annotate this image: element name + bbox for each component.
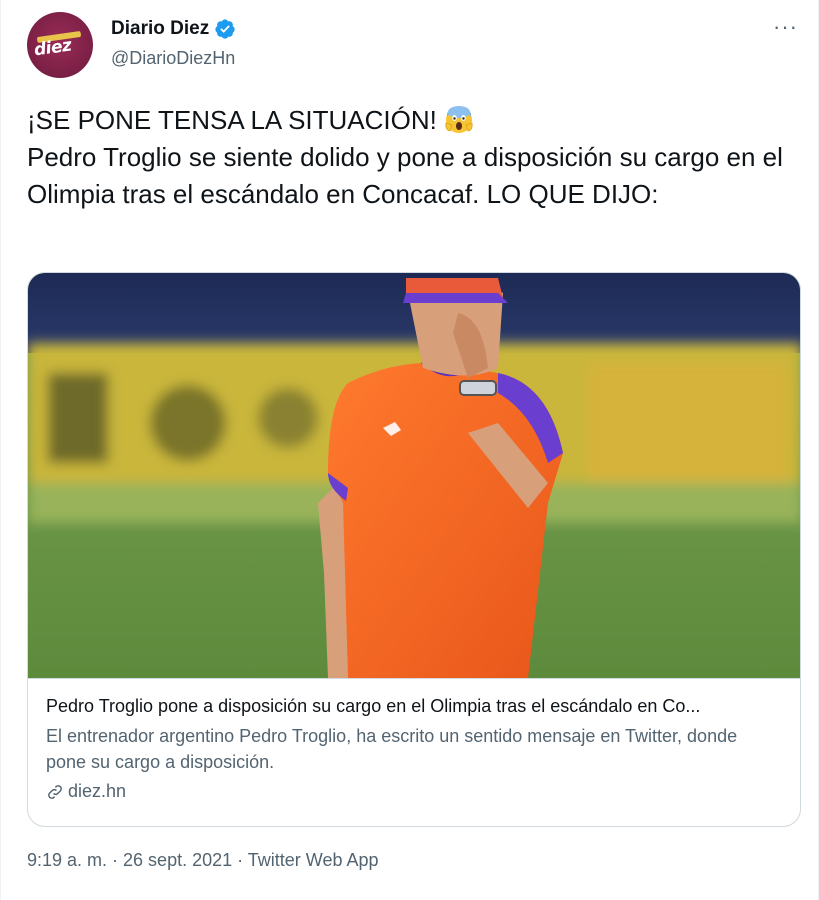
tweet-body: Pedro Troglio se siente dolido y pone a … [27,142,783,209]
tweet-timestamp[interactable]: 9:19 a. m. · 26 sept. 2021 · Twitter Web… [27,850,379,871]
card-domain-label: diez.hn [68,781,127,801]
card-photo-graphic [28,273,800,678]
name-row: Diario Diez [111,18,236,40]
tweet-header: diez Diario Diez @DiarioDiezHn ··· [27,12,798,78]
tweet-headline: ¡SE PONE TENSA LA SITUACIÓN! [27,105,437,135]
face-screaming-in-fear-icon [445,106,473,133]
tweet-text: ¡SE PONE TENSA LA SITUACIÓN! Pedro Trogl… [27,102,797,213]
card-title[interactable]: Pedro Troglio pone a disposición su carg… [46,693,782,719]
card-image[interactable] [28,273,800,678]
display-name[interactable]: Diario Diez [111,18,209,40]
avatar-logo-text: diez [32,35,73,61]
handle[interactable]: @DiarioDiezHn [111,48,235,69]
more-options-icon[interactable]: ··· [773,16,798,38]
verified-badge-icon [215,19,235,39]
card-meta[interactable]: Pedro Troglio pone a disposición su carg… [28,678,800,826]
card-domain[interactable]: diez.hn [46,781,782,802]
card-description: El entrenador argentino Pedro Troglio, h… [46,726,738,772]
link-icon [48,784,62,799]
tweet: diez Diario Diez @DiarioDiezHn ··· ¡SE P… [0,0,819,900]
link-card[interactable]: Pedro Troglio pone a disposición su carg… [27,272,801,827]
avatar[interactable]: diez [27,12,93,78]
